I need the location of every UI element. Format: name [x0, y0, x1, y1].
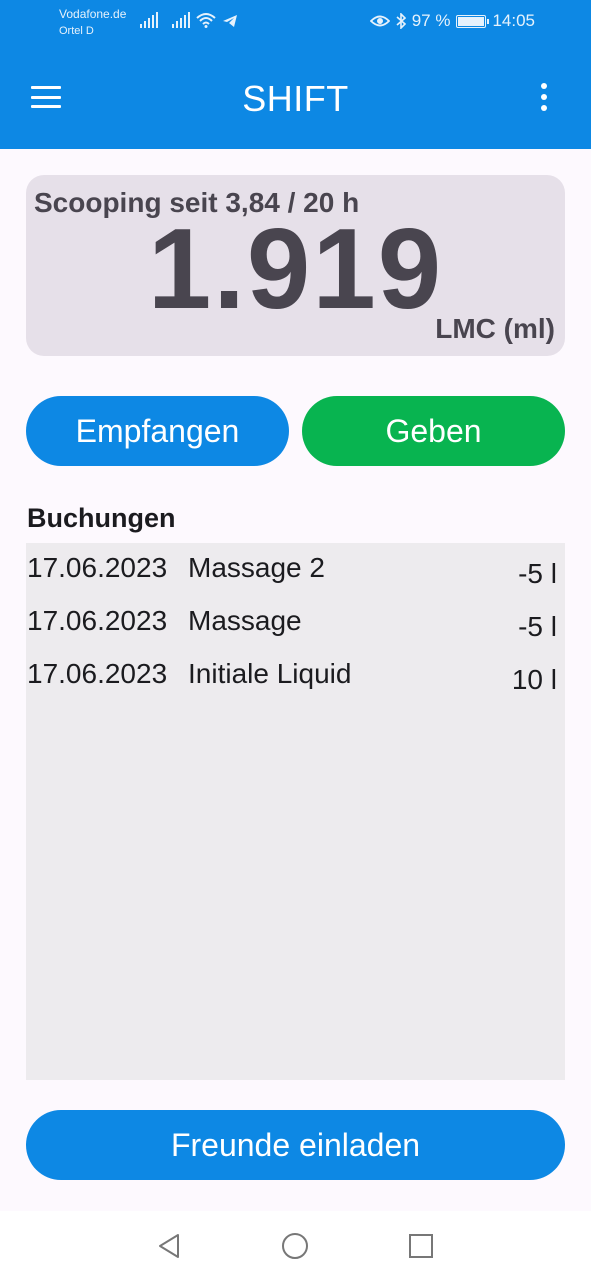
booking-description: Massage: [188, 605, 302, 636]
bluetooth-icon: [396, 13, 406, 29]
carrier-name: Vodafone.de: [59, 7, 127, 21]
booking-date: 17.06.2023: [27, 552, 168, 583]
app-title: SHIFT: [242, 78, 349, 119]
signal-icon: [140, 12, 158, 28]
booking-amount: -5 l: [518, 558, 557, 589]
battery-icon: [456, 14, 490, 28]
list-item[interactable]: 17.06.2023 Initiale Liquid 10 l: [26, 653, 565, 695]
recents-icon[interactable]: [406, 1231, 436, 1261]
signal-group: [140, 12, 238, 28]
booking-description: Initiale Liquid: [188, 658, 352, 689]
system-nav-bar: [0, 1211, 591, 1280]
carrier-name-secondary: Ortel D: [59, 25, 94, 37]
clock: 14:05: [492, 11, 535, 30]
booking-amount: 10 l: [511, 664, 557, 695]
booking-amount: -5 l: [518, 611, 557, 642]
wifi-icon: [196, 13, 216, 28]
home-icon[interactable]: [280, 1231, 310, 1261]
back-icon[interactable]: [154, 1231, 184, 1261]
bookings-list[interactable]: 17.06.2023 Massage 2 -5 l 17.06.2023 Mas…: [26, 543, 565, 1080]
booking-description: Massage 2: [188, 552, 325, 583]
receive-button[interactable]: Empfangen: [26, 396, 289, 466]
battery-percent: 97 %: [411, 11, 451, 30]
bookings-title: Buchungen: [27, 503, 176, 533]
balance-card: Scooping seit 3,84 / 20 h 1.919 LMC (ml): [26, 175, 565, 356]
signal-icon: [172, 12, 190, 28]
app-header: Vodafone.de Ortel D 97 % 14:05 SHIFT: [0, 0, 591, 149]
balance-amount: 1.919: [147, 206, 444, 333]
status-bar: Vodafone.de Ortel D 97 % 14:05: [0, 0, 591, 46]
more-vertical-icon[interactable]: [538, 83, 550, 111]
balance-unit: LMC (ml): [435, 313, 555, 344]
list-item[interactable]: 17.06.2023 Massage 2 -5 l: [26, 547, 565, 589]
telegram-icon: [223, 15, 237, 27]
booking-date: 17.06.2023: [27, 658, 168, 689]
status-right: 97 % 14:05: [369, 11, 535, 31]
give-button[interactable]: Geben: [302, 396, 565, 466]
booking-date: 17.06.2023: [27, 605, 168, 636]
invite-friends-button[interactable]: Freunde einladen: [26, 1110, 565, 1180]
list-item[interactable]: 17.06.2023 Massage -5 l: [26, 600, 565, 642]
eye-icon: [369, 15, 390, 27]
